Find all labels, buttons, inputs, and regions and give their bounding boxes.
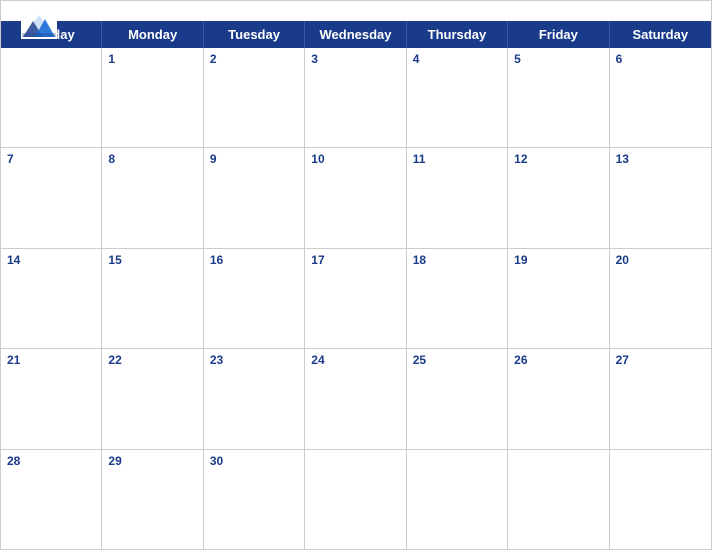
day-cell: 12 — [508, 148, 609, 247]
logo-icon — [21, 11, 57, 39]
day-number: 5 — [514, 52, 602, 66]
logo — [21, 11, 57, 39]
day-cell: 25 — [407, 349, 508, 448]
day-cell: 23 — [204, 349, 305, 448]
day-cell: 27 — [610, 349, 711, 448]
day-cell: 1 — [102, 48, 203, 147]
day-number: 22 — [108, 353, 196, 367]
day-cell: 24 — [305, 349, 406, 448]
day-cell: 18 — [407, 249, 508, 348]
day-number: 15 — [108, 253, 196, 267]
header-monday: Monday — [102, 21, 203, 48]
day-cell: 2 — [204, 48, 305, 147]
day-cell: 8 — [102, 148, 203, 247]
day-cell: 4 — [407, 48, 508, 147]
day-cell: 3 — [305, 48, 406, 147]
day-cell: 29 — [102, 450, 203, 549]
day-number: 4 — [413, 52, 501, 66]
day-number: 29 — [108, 454, 196, 468]
day-cell: 22 — [102, 349, 203, 448]
day-number: 1 — [108, 52, 196, 66]
day-cell: 26 — [508, 349, 609, 448]
week-row-1: 123456 — [1, 48, 711, 148]
day-cell: 14 — [1, 249, 102, 348]
week-row-2: 789 10 11 12 13 — [1, 148, 711, 248]
week-row-5: 28 29 30 — [1, 450, 711, 549]
calendar: Sunday Monday Tuesday Wednesday Thursday… — [0, 0, 712, 550]
calendar-body: 1234567891011121314151617181920212223242… — [1, 48, 711, 549]
day-number: 10 — [311, 152, 399, 166]
day-number: 14 — [7, 253, 95, 267]
day-number: 30 — [210, 454, 298, 468]
day-cell: 5 — [508, 48, 609, 147]
header-tuesday: Tuesday — [204, 21, 305, 48]
day-number: 17 — [311, 253, 399, 267]
day-number: 23 — [210, 353, 298, 367]
day-number: 24 — [311, 353, 399, 367]
day-cell: 16 — [204, 249, 305, 348]
day-cell: 10 — [305, 148, 406, 247]
day-number: 8 — [108, 152, 196, 166]
header-thursday: Thursday — [407, 21, 508, 48]
day-number: 26 — [514, 353, 602, 367]
day-number: 2 — [210, 52, 298, 66]
week-row-4: 21 22 23 24 25 26 27 — [1, 349, 711, 449]
day-cell: 30 — [204, 450, 305, 549]
day-cell: 9 — [204, 148, 305, 247]
day-number: 21 — [7, 353, 95, 367]
day-number: 25 — [413, 353, 501, 367]
day-cell: 11 — [407, 148, 508, 247]
day-cell: 20 — [610, 249, 711, 348]
day-number: 11 — [413, 152, 501, 166]
day-number: 27 — [616, 353, 705, 367]
day-number: 7 — [7, 152, 95, 166]
day-cell: 13 — [610, 148, 711, 247]
day-headers: Sunday Monday Tuesday Wednesday Thursday… — [1, 21, 711, 48]
day-number: 13 — [616, 152, 705, 166]
day-cell: 6 — [610, 48, 711, 147]
day-number: 28 — [7, 454, 95, 468]
header-wednesday: Wednesday — [305, 21, 406, 48]
day-number: 9 — [210, 152, 298, 166]
day-cell — [407, 450, 508, 549]
calendar-header — [1, 1, 711, 21]
day-cell: 19 — [508, 249, 609, 348]
day-number: 3 — [311, 52, 399, 66]
day-cell: 28 — [1, 450, 102, 549]
day-cell: 21 — [1, 349, 102, 448]
day-cell: 17 — [305, 249, 406, 348]
day-number: 6 — [616, 52, 705, 66]
day-cell — [610, 450, 711, 549]
day-number: 20 — [616, 253, 705, 267]
day-cell: 7 — [1, 148, 102, 247]
week-row-3: 14 15 16 17 18 19 20 — [1, 249, 711, 349]
day-cell — [508, 450, 609, 549]
day-number: 19 — [514, 253, 602, 267]
header-friday: Friday — [508, 21, 609, 48]
day-number: 12 — [514, 152, 602, 166]
day-number: 18 — [413, 253, 501, 267]
day-cell — [305, 450, 406, 549]
day-number: 16 — [210, 253, 298, 267]
day-cell: 15 — [102, 249, 203, 348]
day-cell — [1, 48, 102, 147]
header-saturday: Saturday — [610, 21, 711, 48]
